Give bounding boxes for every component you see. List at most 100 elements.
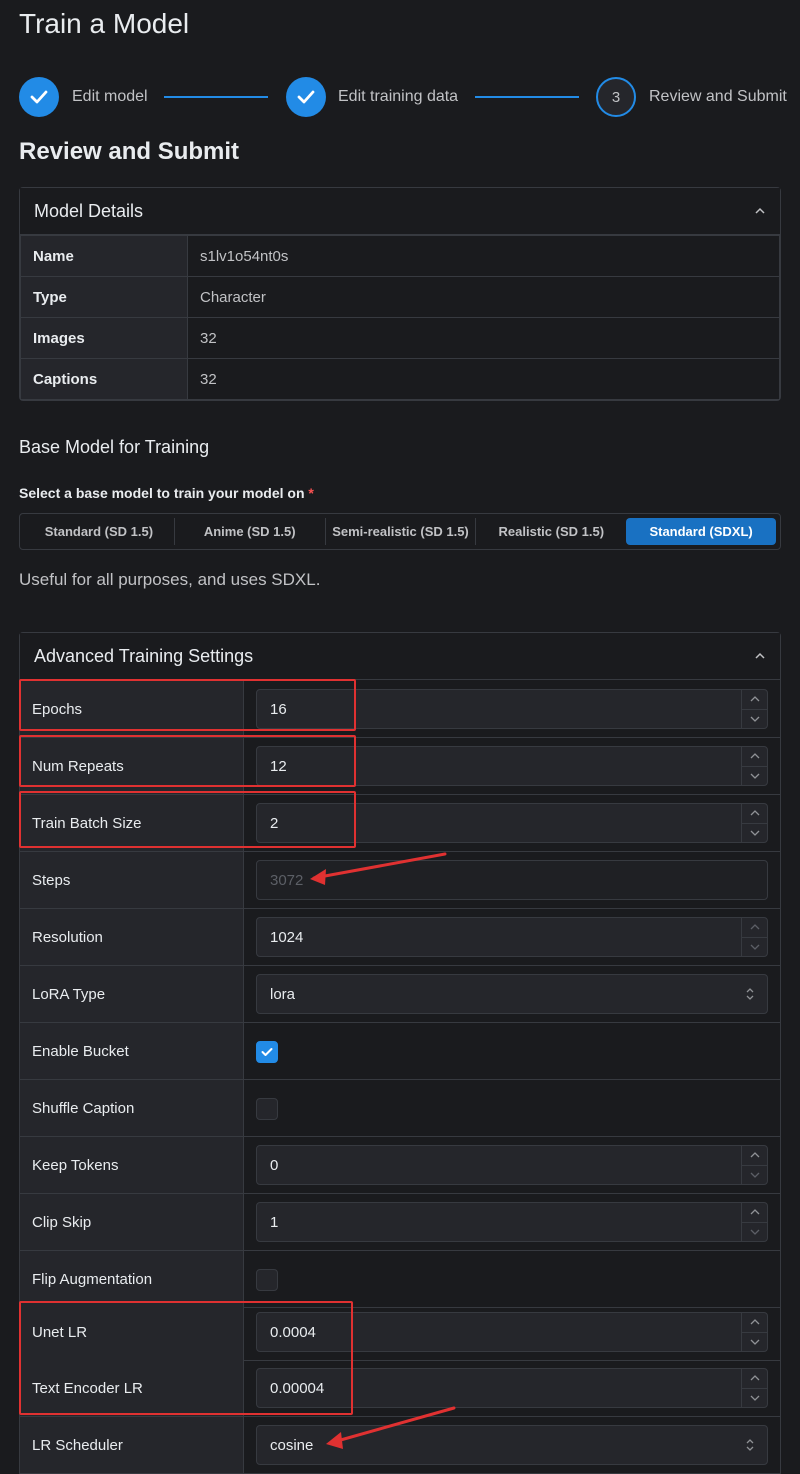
setting-label-num-repeats: Num Repeats	[20, 738, 244, 794]
resolution-stepper[interactable]	[741, 918, 767, 956]
setting-row-epochs: Epochs 16	[20, 681, 780, 738]
chevron-down-icon[interactable]	[742, 1389, 767, 1408]
keep-tokens-stepper[interactable]	[741, 1146, 767, 1184]
review-title: Review and Submit	[19, 138, 240, 165]
setting-row-lr-scheduler: LR Scheduler cosine	[20, 1417, 780, 1474]
chevron-down-icon[interactable]	[742, 710, 767, 729]
lora-type-value: lora	[270, 985, 296, 1003]
clip-skip-input[interactable]: 1	[256, 1202, 768, 1242]
base-model-option-standard-sd15[interactable]: Standard (SD 1.5)	[24, 518, 175, 545]
shuffle-caption-checkbox[interactable]	[256, 1098, 278, 1120]
model-details-header[interactable]: Model Details	[20, 188, 780, 235]
num-repeats-value: 12	[270, 757, 287, 775]
lora-type-select[interactable]: lora	[256, 974, 768, 1014]
train-batch-size-input[interactable]: 2	[256, 803, 768, 843]
setting-row-resolution: Resolution 1024	[20, 909, 780, 966]
setting-row-clip-skip: Clip Skip 1	[20, 1194, 780, 1251]
detail-key-images: Images	[20, 317, 188, 359]
text-encoder-lr-value: 0.00004	[270, 1379, 325, 1397]
base-model-segmented-control: Standard (SD 1.5) Anime (SD 1.5) Semi-re…	[19, 513, 781, 550]
enable-bucket-checkbox[interactable]	[256, 1041, 278, 1063]
chevron-up-icon[interactable]	[742, 1203, 767, 1223]
setting-row-text-encoder-lr: Text Encoder LR 0.00004	[20, 1360, 780, 1417]
detail-key-captions: Captions	[20, 358, 188, 400]
chevron-down-icon[interactable]	[742, 824, 767, 843]
base-model-option-realistic-sd15[interactable]: Realistic (SD 1.5)	[476, 518, 626, 545]
model-details-panel: Model Details Name s1lv1o54nt0s Type Cha…	[19, 187, 781, 401]
chevron-up-icon[interactable]	[754, 650, 766, 662]
base-model-label: Select a base model to train your model …	[19, 485, 314, 501]
table-row: Images 32	[20, 317, 780, 359]
step-3-label[interactable]: Review and Submit	[649, 88, 787, 106]
clip-skip-stepper[interactable]	[741, 1203, 767, 1241]
step-connector-2	[475, 96, 579, 98]
step-connector-1	[164, 96, 268, 98]
table-row: Type Character	[20, 276, 780, 318]
chevron-up-icon[interactable]	[742, 1369, 767, 1389]
detail-value-name: s1lv1o54nt0s	[187, 235, 780, 277]
step-1-label[interactable]: Edit model	[72, 88, 148, 106]
resolution-input[interactable]: 1024	[256, 917, 768, 957]
base-model-option-anime-sd15[interactable]: Anime (SD 1.5)	[175, 518, 326, 545]
setting-row-keep-tokens: Keep Tokens 0	[20, 1137, 780, 1194]
setting-row-train-batch-size: Train Batch Size 2	[20, 795, 780, 852]
check-icon	[261, 1048, 273, 1056]
chevron-up-icon[interactable]	[742, 690, 767, 710]
epochs-stepper[interactable]	[741, 690, 767, 728]
num-repeats-stepper[interactable]	[741, 747, 767, 785]
unet-lr-input[interactable]: 0.0004	[256, 1312, 768, 1352]
num-repeats-input[interactable]: 12	[256, 746, 768, 786]
setting-label-flip-augmentation: Flip Augmentation	[20, 1251, 244, 1307]
detail-value-type: Character	[187, 276, 780, 318]
epochs-value: 16	[270, 700, 287, 718]
step-2-label[interactable]: Edit training data	[338, 88, 458, 106]
step-3-indicator[interactable]: 3	[596, 77, 636, 117]
chevron-up-icon[interactable]	[742, 1146, 767, 1166]
keep-tokens-input[interactable]: 0	[256, 1145, 768, 1185]
setting-label-train-batch-size: Train Batch Size	[20, 795, 244, 851]
chevron-down-icon[interactable]	[742, 938, 767, 957]
advanced-settings-header[interactable]: Advanced Training Settings	[20, 633, 780, 680]
setting-row-steps: Steps 3072	[20, 852, 780, 909]
train-batch-size-stepper[interactable]	[741, 804, 767, 842]
chevron-down-icon[interactable]	[742, 1333, 767, 1352]
chevron-up-icon[interactable]	[754, 205, 766, 217]
base-model-option-semi-realistic-sd15[interactable]: Semi-realistic (SD 1.5)	[326, 518, 477, 545]
chevron-up-icon[interactable]	[742, 918, 767, 938]
step-1-done-icon[interactable]	[19, 77, 59, 117]
table-row: Captions 32	[20, 358, 780, 400]
chevron-up-icon[interactable]	[742, 747, 767, 767]
step-2-done-icon[interactable]	[286, 77, 326, 117]
text-encoder-lr-input[interactable]: 0.00004	[256, 1368, 768, 1408]
chevron-down-icon[interactable]	[742, 1166, 767, 1185]
model-details-title: Model Details	[34, 200, 144, 221]
text-encoder-lr-stepper[interactable]	[741, 1369, 767, 1407]
lr-scheduler-select[interactable]: cosine	[256, 1425, 768, 1465]
page-title: Train a Model	[19, 8, 190, 39]
chevron-up-icon[interactable]	[742, 804, 767, 824]
flip-augmentation-checkbox[interactable]	[256, 1269, 278, 1291]
detail-value-captions: 32	[187, 358, 780, 400]
steps-value: 3072	[270, 871, 304, 889]
chevron-down-icon[interactable]	[742, 767, 767, 786]
resolution-value: 1024	[270, 928, 304, 946]
chevron-up-icon[interactable]	[742, 1313, 767, 1333]
setting-row-enable-bucket: Enable Bucket	[20, 1023, 780, 1080]
setting-row-shuffle-caption: Shuffle Caption	[20, 1080, 780, 1137]
setting-label-resolution: Resolution	[20, 909, 244, 965]
epochs-input[interactable]: 16	[256, 689, 768, 729]
setting-row-flip-augmentation: Flip Augmentation	[20, 1251, 780, 1308]
setting-label-shuffle-caption: Shuffle Caption	[20, 1080, 244, 1136]
chevron-down-icon[interactable]	[742, 1223, 767, 1242]
unet-lr-stepper[interactable]	[741, 1313, 767, 1351]
steps-input: 3072	[256, 860, 768, 900]
setting-label-epochs: Epochs	[20, 681, 244, 737]
base-model-option-standard-sdxl[interactable]: Standard (SDXL)	[626, 518, 776, 545]
advanced-settings-title: Advanced Training Settings	[34, 645, 254, 666]
setting-label-lr-scheduler: LR Scheduler	[20, 1417, 244, 1473]
detail-value-images: 32	[187, 317, 780, 359]
setting-label-unet-lr: Unet LR	[20, 1304, 244, 1360]
clip-skip-value: 1	[270, 1213, 279, 1231]
keep-tokens-value: 0	[270, 1156, 279, 1174]
setting-label-text-encoder-lr: Text Encoder LR	[20, 1360, 244, 1416]
